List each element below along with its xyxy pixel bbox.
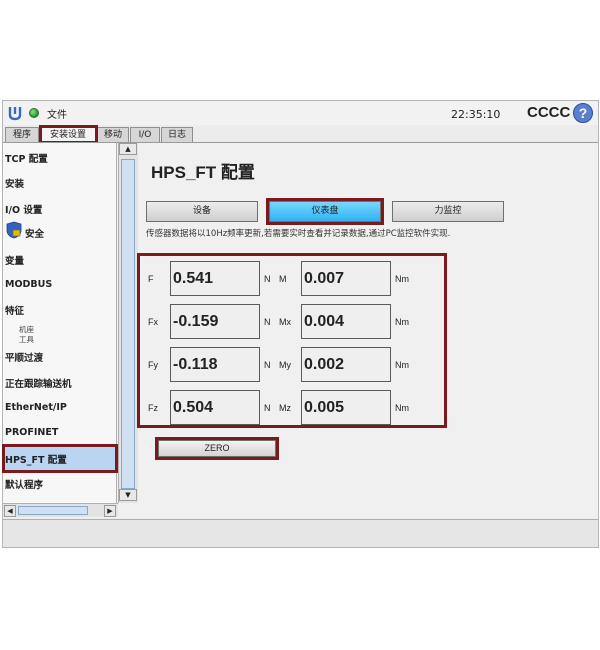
reading-unit-my: Nm (395, 360, 409, 370)
scroll-right-button[interactable]: ▶ (104, 505, 116, 517)
top-bar: 文件 22:35:10 CCCC ? (3, 101, 598, 125)
sidebar-item-smooth-transition[interactable]: 平顺过渡 (5, 350, 43, 364)
scroll-up-button[interactable]: ▲ (119, 143, 137, 155)
sidebar-horizontal-scrollbar[interactable]: ◀ ▶ (3, 503, 118, 517)
reading-label-m: M (279, 274, 287, 284)
reading-label-fy: Fy (148, 360, 158, 370)
sidebar-item-mounting[interactable]: 安装 (5, 176, 24, 190)
reading-unit-mx: Nm (395, 317, 409, 327)
reading-label-mx: Mx (279, 317, 291, 327)
tab-installation[interactable]: 安装设置 (40, 127, 96, 142)
reading-label-f: F (148, 274, 154, 284)
sidebar-item-features[interactable]: 特征 (5, 303, 24, 317)
sidebar-item-tcp[interactable]: TCP 配置 (5, 151, 48, 165)
sidebar-subitem-tool[interactable]: 工具 (19, 334, 34, 345)
reading-value-fy: -0.118 (170, 347, 260, 382)
reading-unit-fz: N (264, 403, 271, 413)
sidebar-item-safety[interactable]: 安全 (25, 226, 44, 240)
content-area: TCP 配置 安装 I/O 设置 安全 变量 MODBUS 特征 机座 工具 平… (2, 142, 598, 518)
subtab-device[interactable]: 设备 (146, 201, 258, 222)
sidebar-item-conveyor-tracking[interactable]: 正在跟踪输送机 (5, 376, 72, 390)
sidebar-item-io-setup[interactable]: I/O 设置 (5, 202, 42, 216)
reading-label-fz: Fz (148, 403, 158, 413)
tab-move[interactable]: 移动 (97, 127, 129, 142)
reading-value-fx: -0.159 (170, 304, 260, 339)
reading-label-my: My (279, 360, 291, 370)
info-text: 传感器数据将以10Hz频率更新,若需要实时查看并记录数据,通过PC监控软件实现. (146, 229, 451, 239)
robot-name: CCCC (527, 104, 571, 121)
sidebar-scrollbar[interactable]: ▲ ▼ (118, 143, 138, 503)
reading-unit-fx: N (264, 317, 271, 327)
reading-value-fz: 0.504 (170, 390, 260, 425)
sidebar-item-default-program[interactable]: 默认程序 (5, 477, 43, 491)
reading-value-mz: 0.005 (301, 390, 391, 425)
tab-io[interactable]: I/O (130, 127, 160, 142)
sidebar: TCP 配置 安装 I/O 设置 安全 变量 MODBUS 特征 机座 工具 平… (3, 143, 117, 503)
scroll-thumb[interactable] (121, 159, 135, 489)
file-menu[interactable]: 文件 (47, 106, 67, 121)
sidebar-item-modbus[interactable]: MODBUS (5, 279, 52, 290)
status-bar (3, 519, 598, 547)
reading-value-f: 0.541 (170, 261, 260, 296)
page-title: HPS_FT 配置 (151, 163, 255, 182)
app-window: 文件 22:35:10 CCCC ? 程序 安装设置 移动 I/O 日志 TCP… (2, 100, 599, 548)
sidebar-item-profinet[interactable]: PROFINET (5, 427, 58, 438)
ur-logo-icon (8, 107, 22, 121)
reading-unit-m: Nm (395, 274, 409, 284)
subtab-dashboard[interactable]: 仪表盘 (269, 201, 381, 222)
scroll-left-button[interactable]: ◀ (4, 505, 16, 517)
subtab-force-monitor[interactable]: 力监控 (392, 201, 504, 222)
sidebar-item-variables[interactable]: 变量 (5, 253, 24, 267)
reading-unit-fy: N (264, 360, 271, 370)
sidebar-item-hps-ft[interactable]: HPS_FT 配置 (5, 452, 67, 466)
horizontal-scroll-thumb[interactable] (18, 506, 88, 515)
reading-unit-f: N (264, 274, 271, 284)
run-status-icon[interactable] (29, 108, 39, 118)
shield-icon (6, 221, 22, 239)
reading-unit-mz: Nm (395, 403, 409, 413)
scroll-down-button[interactable]: ▼ (119, 489, 137, 501)
clock: 22:35:10 (451, 108, 501, 121)
sidebar-item-ethernet-ip[interactable]: EtherNet/IP (5, 402, 67, 413)
tab-program[interactable]: 程序 (5, 127, 39, 142)
reading-value-mx: 0.004 (301, 304, 391, 339)
reading-label-mz: Mz (279, 403, 291, 413)
reading-label-fx: Fx (148, 317, 158, 327)
reading-value-m: 0.007 (301, 261, 391, 296)
help-icon[interactable]: ? (573, 103, 593, 123)
main-tabs: 程序 安装设置 移动 I/O 日志 (3, 125, 598, 144)
zero-button[interactable]: ZERO (158, 440, 276, 457)
reading-value-my: 0.002 (301, 347, 391, 382)
tab-log[interactable]: 日志 (161, 127, 193, 142)
